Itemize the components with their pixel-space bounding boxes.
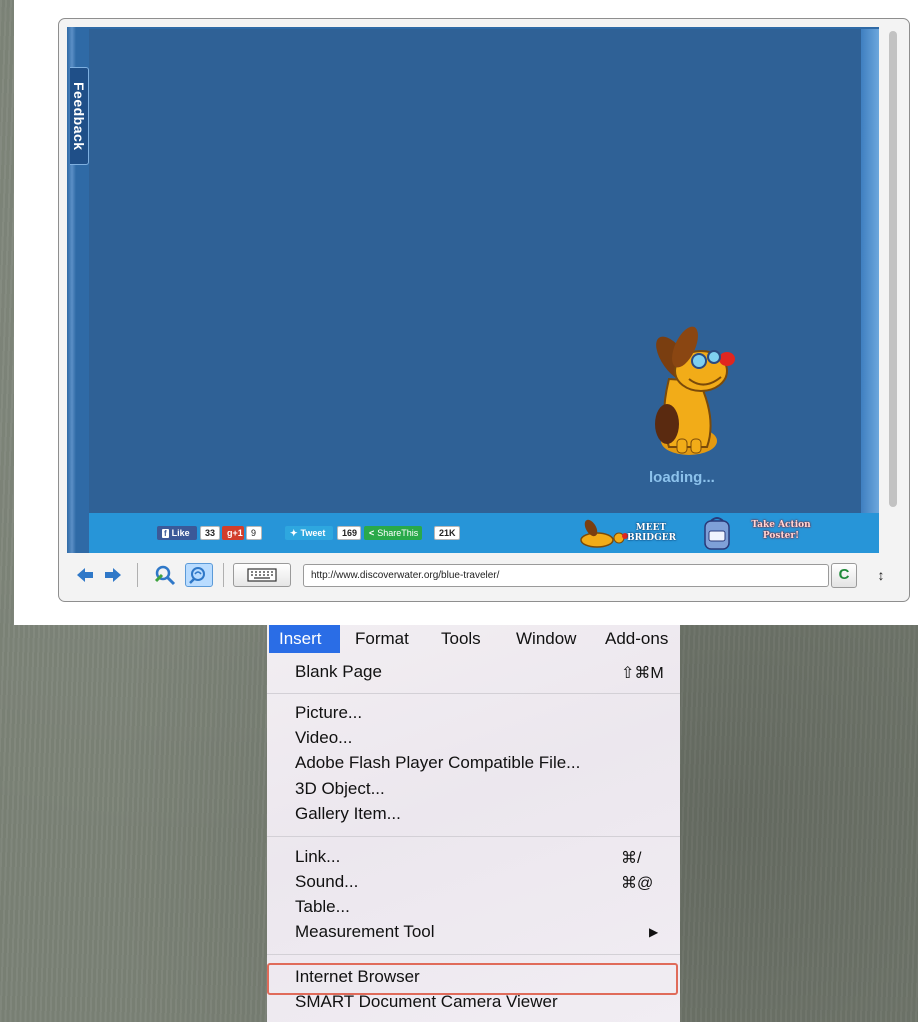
magnifier-icon [189, 567, 205, 584]
bridger-dog-mascot [655, 326, 735, 455]
meet-bridger-line1: MEET [635, 523, 667, 533]
menubar-format[interactable]: Format [355, 629, 409, 649]
scrollbar-thumb[interactable] [889, 31, 897, 507]
google-plus-button[interactable]: g+1 [222, 526, 244, 540]
tweet-count: 169 [337, 526, 361, 540]
menu-item-table[interactable]: Table... [295, 897, 350, 917]
back-arrow-icon[interactable] [75, 563, 95, 587]
link-shortcut: ⌘/ [621, 850, 642, 867]
feedback-tab[interactable]: Feedback [70, 67, 89, 165]
facebook-icon: f [162, 528, 169, 538]
sharethis-button[interactable]: < ShareThis [364, 526, 422, 540]
menu-item-flash-file[interactable]: Adobe Flash Player Compatible File... [295, 753, 580, 773]
meet-bridger-link[interactable]: MEET BRIDGER [579, 516, 684, 550]
vertical-scrollbar[interactable] [885, 27, 901, 553]
menu-bar: Insert Format Tools Window Add-ons [267, 625, 680, 653]
menu-item-picture[interactable]: Picture... [295, 703, 362, 723]
menubar-insert[interactable]: Insert [269, 625, 340, 653]
share-icon: < [369, 528, 375, 538]
web-page-viewport: Feedback loading... f Like 33 g+1 9 ✦ Tw… [67, 27, 879, 553]
refresh-button[interactable]: C [831, 563, 857, 588]
game-stage[interactable]: loading... [89, 29, 861, 513]
find-button[interactable] [185, 563, 213, 587]
keyboard-button[interactable] [233, 563, 291, 587]
like-label: Like [171, 528, 190, 538]
menu-item-measurement-tool[interactable]: Measurement Tool [295, 922, 435, 942]
insert-menu-dropdown: Insert Format Tools Window Add-ons Blank… [267, 625, 680, 1022]
menu-separator [267, 836, 680, 837]
menubar-add-ons[interactable]: Add-ons [605, 629, 668, 649]
toolbar-divider [137, 563, 138, 587]
url-field[interactable]: http://www.discoverwater.org/blue-travel… [303, 564, 829, 587]
menu-item-gallery-item[interactable]: Gallery Item... [295, 804, 401, 824]
take-action-line2: Poster! [762, 531, 800, 541]
menubar-tools[interactable]: Tools [441, 629, 481, 649]
tweet-button[interactable]: ✦ Tweet [285, 526, 333, 540]
google-plus-count: 9 [246, 526, 262, 540]
menubar-window[interactable]: Window [516, 629, 576, 649]
take-action-line1: Take Action [751, 520, 811, 530]
page-side-gradient [861, 29, 879, 513]
backpack-icon [704, 517, 730, 550]
bridger-small-icon [580, 519, 628, 548]
facebook-like-button[interactable]: f Like [157, 526, 197, 540]
sharethis-label: ShareThis [377, 528, 419, 538]
twitter-bird-icon: ✦ [290, 527, 298, 538]
blank-page-shortcut: ⇧⌘M [621, 665, 664, 682]
menu-item-smart-document-camera-viewer[interactable]: SMART Document Camera Viewer [295, 992, 558, 1012]
browser-toolbar: http://www.discoverwater.org/blue-travel… [59, 553, 909, 601]
loading-text: loading... [649, 469, 715, 486]
meet-bridger-line2: BRIDGER [627, 533, 677, 543]
menu-item-sound[interactable]: Sound... [295, 872, 358, 892]
keyboard-icon [247, 568, 277, 582]
refresh-icon: C [838, 566, 850, 583]
menu-item-link[interactable]: Link... [295, 847, 340, 867]
submenu-arrow-icon: ▶ [649, 925, 659, 939]
take-action-poster-link[interactable]: Take Action Poster! [699, 515, 829, 551]
menu-item-3d-object[interactable]: 3D Object... [295, 779, 385, 799]
menu-separator [267, 693, 680, 694]
share-count: 21K [434, 526, 460, 540]
capture-link-icon[interactable] [153, 563, 177, 587]
like-count: 33 [200, 526, 220, 540]
resize-button[interactable]: ↕ [871, 563, 891, 588]
browser-widget-panel: Feedback loading... f Like 33 g+1 9 ✦ Tw… [14, 0, 918, 625]
menu-item-blank-page[interactable]: Blank Page [295, 662, 382, 682]
toolbar-divider [223, 563, 224, 587]
internet-browser-window: Feedback loading... f Like 33 g+1 9 ✦ Tw… [58, 18, 910, 602]
menu-separator [267, 954, 680, 955]
sound-shortcut: ⌘@ [621, 875, 654, 892]
forward-arrow-icon[interactable] [103, 563, 123, 587]
social-bar: f Like 33 g+1 9 ✦ Tweet 169 < ShareThis … [89, 513, 879, 553]
tweet-label: Tweet [300, 528, 326, 538]
menu-item-video[interactable]: Video... [295, 728, 352, 748]
menu-item-internet-browser[interactable]: Internet Browser [295, 967, 420, 987]
resize-arrows-icon: ↕ [877, 567, 885, 583]
